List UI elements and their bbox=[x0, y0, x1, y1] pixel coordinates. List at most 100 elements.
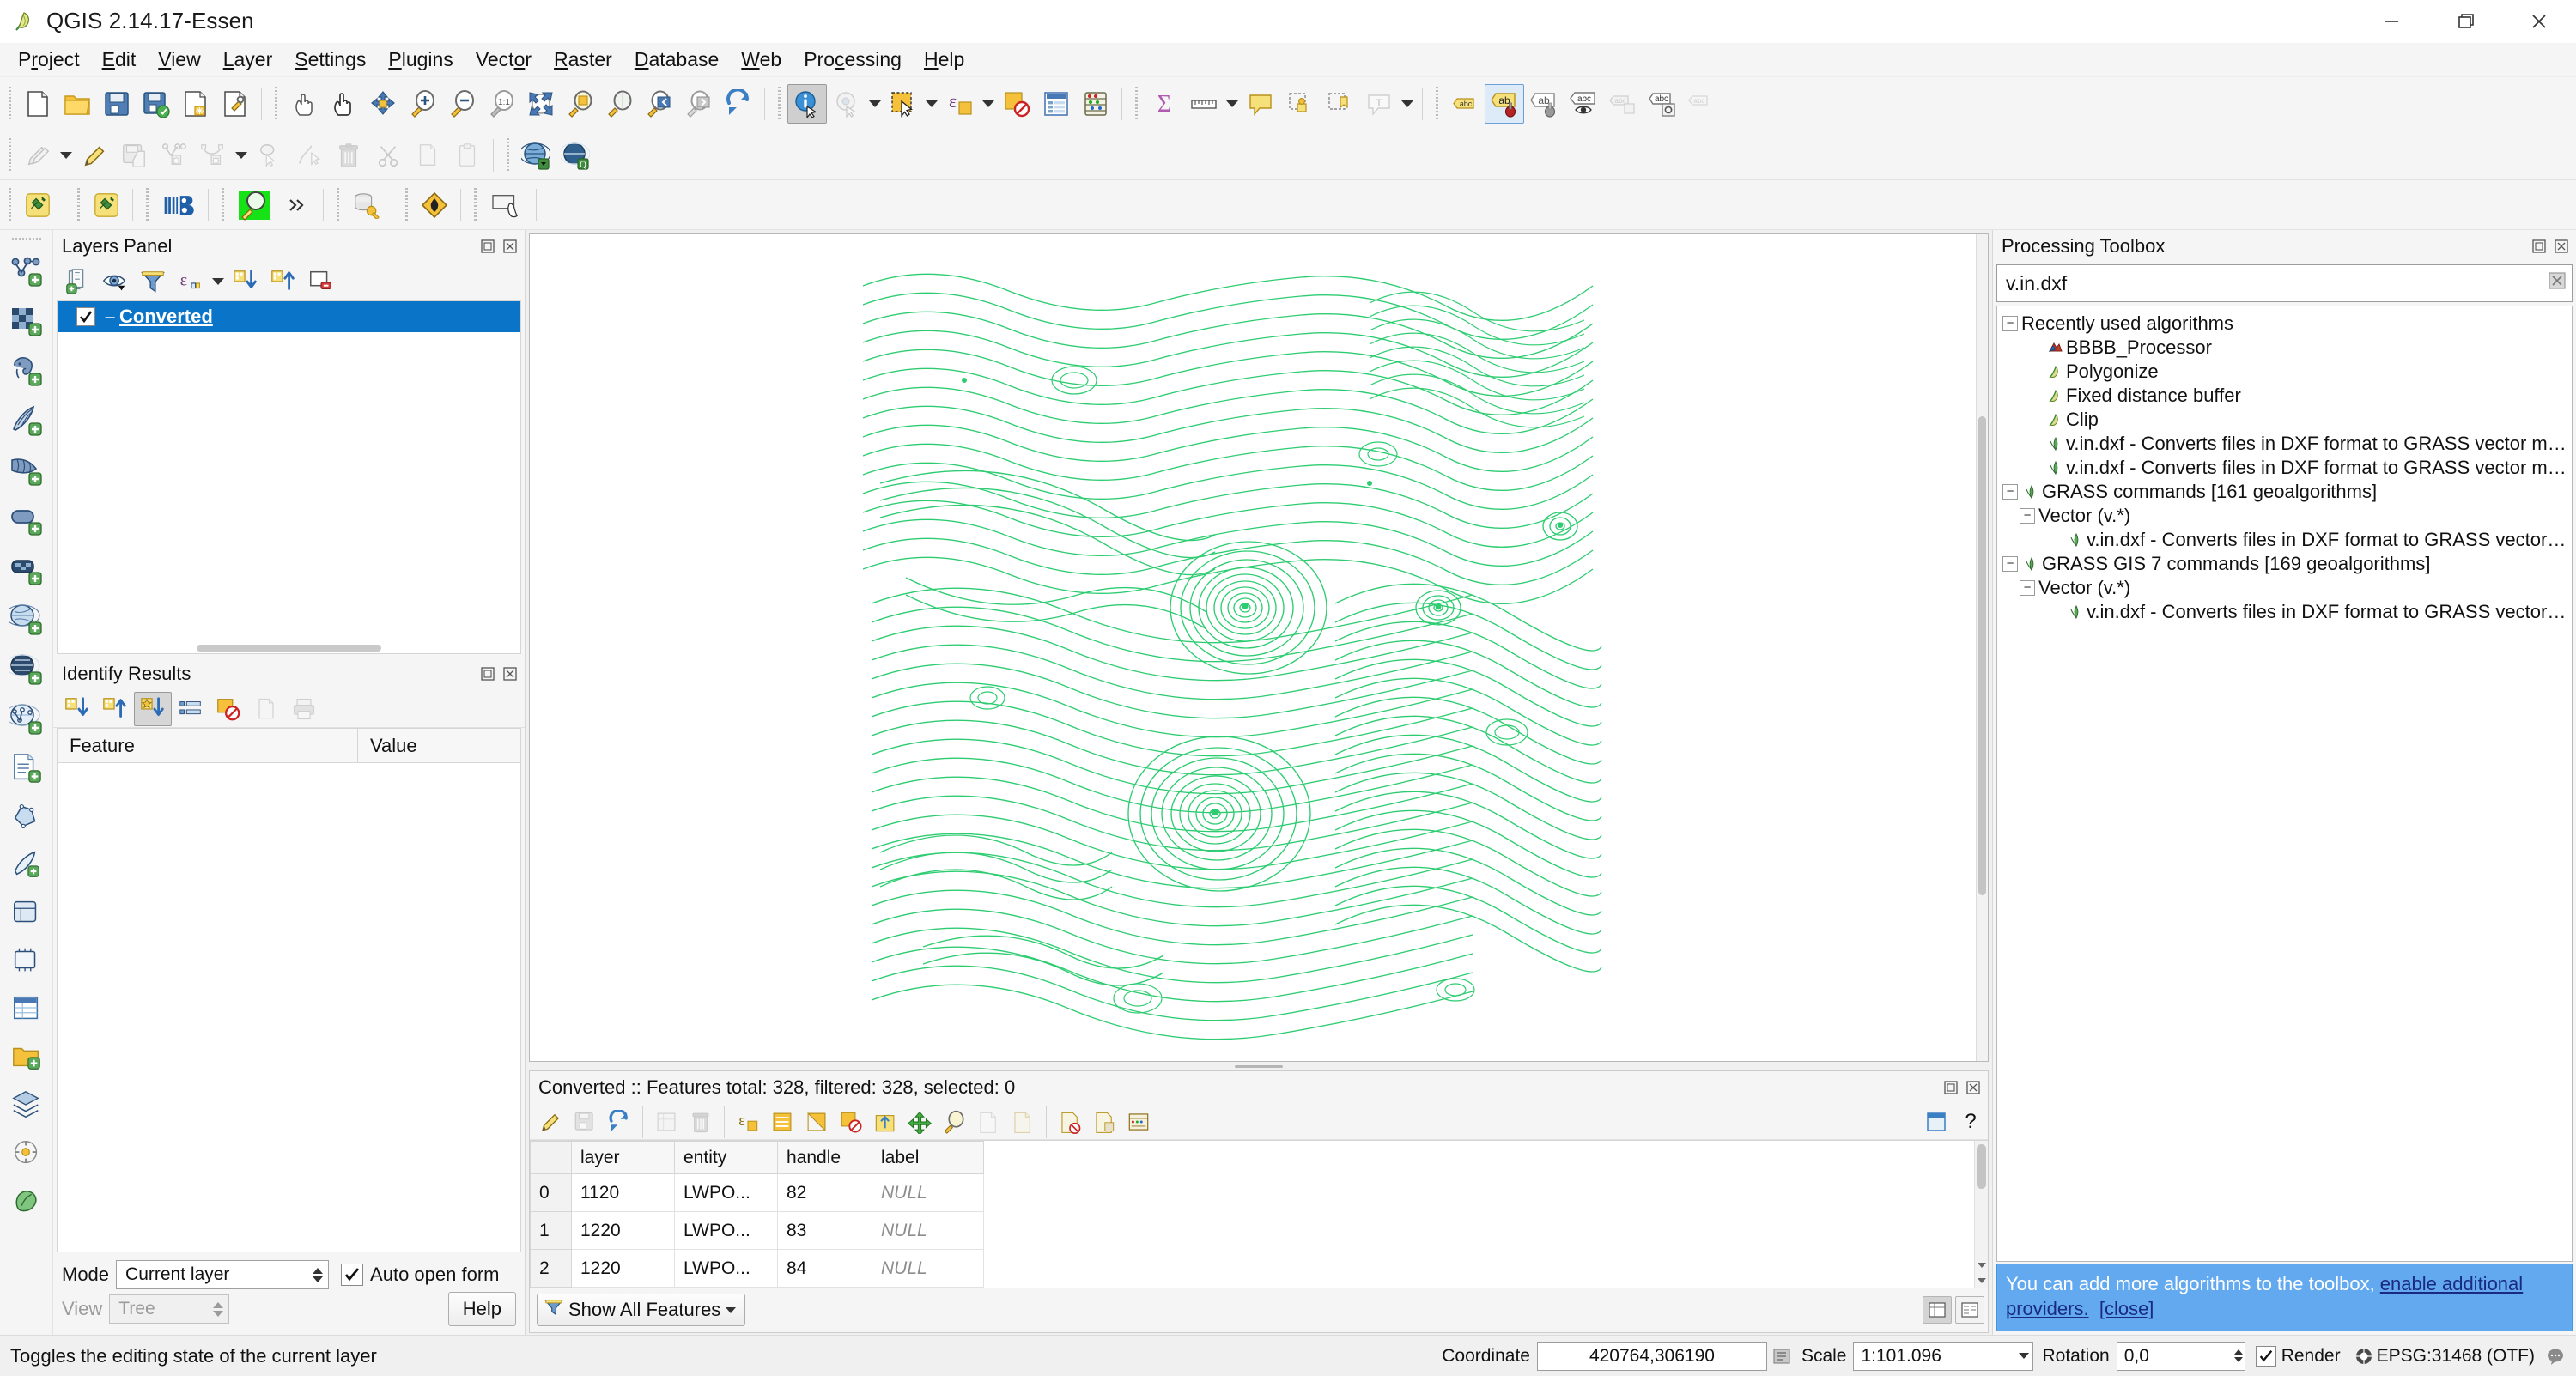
select-by-expression-icon[interactable]: ε bbox=[731, 1106, 765, 1138]
processing-toolbox-icon[interactable] bbox=[5, 1177, 48, 1225]
zoom-next-icon[interactable] bbox=[679, 84, 719, 124]
new-memory-layer-icon[interactable] bbox=[5, 937, 48, 985]
add-group-icon[interactable] bbox=[58, 264, 96, 299]
cell-entity[interactable]: LWPO... bbox=[674, 1249, 778, 1288]
manage-visibility-icon[interactable] bbox=[96, 264, 134, 299]
current-edits-icon[interactable] bbox=[18, 136, 58, 175]
overflow-icon[interactable] bbox=[277, 185, 317, 225]
expand-all-icon[interactable] bbox=[227, 264, 264, 299]
manage-layers-icon[interactable] bbox=[5, 1081, 48, 1129]
add-raster-layer-icon[interactable] bbox=[5, 296, 48, 346]
close-icon[interactable] bbox=[501, 664, 519, 683]
vertical-toolbar-grip[interactable] bbox=[11, 235, 41, 243]
tree-node-vindxf-recent-1[interactable]: v.in.dxf - Converts files in DXF format … bbox=[1997, 432, 2572, 456]
table-row[interactable]: 0 1120 LWPO... 82 NULL bbox=[530, 1173, 984, 1212]
processing-algorithm-tree[interactable]: − Recently used algorithms BBBB_Processo… bbox=[1996, 306, 2573, 1262]
crs-label[interactable]: EPSG:31468 (OTF) bbox=[2377, 1346, 2535, 1367]
toolbar-grip[interactable] bbox=[1133, 86, 1140, 121]
deselect-features-icon[interactable] bbox=[997, 84, 1036, 124]
pin-labels-icon[interactable]: abc bbox=[1603, 84, 1643, 124]
coordinate-field[interactable]: 420764,306190 bbox=[1536, 1341, 1767, 1371]
tree-node-bbbb-processor[interactable]: BBBB_Processor bbox=[1997, 336, 2572, 360]
menu-layer[interactable]: Layer bbox=[212, 45, 284, 75]
tree-node-recently-used[interactable]: − Recently used algorithms bbox=[1997, 312, 2572, 336]
cell-layer[interactable]: 1120 bbox=[571, 1173, 675, 1212]
cell-handle[interactable]: 82 bbox=[777, 1173, 872, 1212]
zoom-in-icon[interactable] bbox=[403, 84, 442, 124]
toolbar-grip[interactable] bbox=[471, 187, 479, 222]
zoom-to-selection-icon[interactable] bbox=[561, 84, 600, 124]
toolbar-grip[interactable] bbox=[75, 187, 82, 222]
expression-filter-icon[interactable]: ε bbox=[172, 264, 210, 299]
cell-label[interactable]: NULL bbox=[872, 1249, 984, 1288]
run-action-dropdown-icon[interactable] bbox=[866, 84, 884, 124]
add-oracle-layer-icon[interactable] bbox=[5, 495, 48, 545]
menu-plugins[interactable]: Plugins bbox=[377, 45, 464, 75]
table-row[interactable]: 1 1220 LWPO... 83 NULL bbox=[530, 1211, 984, 1250]
collapse-all-icon[interactable] bbox=[264, 264, 302, 299]
add-spatialite-layer-icon[interactable] bbox=[5, 396, 48, 446]
menu-project[interactable]: Project bbox=[7, 45, 91, 75]
expand-new-icon[interactable] bbox=[58, 692, 96, 726]
undock-icon[interactable] bbox=[478, 664, 497, 683]
move-feature-icon[interactable] bbox=[250, 136, 289, 175]
expander-icon[interactable]: − bbox=[2020, 508, 2035, 524]
layer-labeling-icon[interactable]: ab bbox=[1485, 83, 1524, 124]
tree-node-grass-commands[interactable]: − GRASS commands [161 geoalgorithms] bbox=[1997, 480, 2572, 504]
help-button[interactable]: Help bbox=[447, 1292, 516, 1326]
copy-feature-icon[interactable] bbox=[247, 692, 285, 726]
cell-layer[interactable]: 1220 bbox=[571, 1211, 675, 1250]
maximize-button[interactable] bbox=[2428, 0, 2502, 43]
zoom-full-icon[interactable] bbox=[521, 84, 561, 124]
open-attribute-table-icon[interactable] bbox=[1036, 84, 1076, 124]
zoom-to-layer-icon[interactable] bbox=[600, 84, 640, 124]
view-select[interactable]: Tree bbox=[109, 1294, 230, 1324]
save-project-icon[interactable] bbox=[97, 84, 137, 124]
undock-icon[interactable] bbox=[478, 237, 497, 256]
toolbar-grip[interactable] bbox=[272, 86, 280, 121]
toolbar-grip[interactable] bbox=[219, 187, 227, 222]
zoom-to-selected-icon[interactable] bbox=[937, 1106, 971, 1138]
cell-layer[interactable]: 1220 bbox=[571, 1249, 675, 1288]
pan-to-selection-icon[interactable] bbox=[363, 84, 403, 124]
plugin-icon-2[interactable] bbox=[87, 185, 126, 225]
new-bookmark-icon[interactable] bbox=[1320, 84, 1359, 124]
tree-node-polygonize[interactable]: Polygonize bbox=[1997, 360, 2572, 384]
menu-web[interactable]: Web bbox=[730, 45, 793, 75]
mode-select[interactable]: Current layer bbox=[116, 1260, 330, 1289]
show-hide-labels-icon[interactable]: abc bbox=[1564, 84, 1603, 124]
crs-status-icon[interactable] bbox=[516, 136, 556, 175]
style-manager-icon[interactable] bbox=[5, 1129, 48, 1177]
measure-dropdown-icon[interactable] bbox=[1224, 84, 1241, 124]
toolbar-grip[interactable] bbox=[6, 86, 14, 121]
measure-line-icon[interactable] bbox=[1184, 84, 1224, 124]
show-move-label-icon[interactable]: abc bbox=[1643, 84, 1682, 124]
add-feature-icon[interactable] bbox=[154, 136, 193, 175]
rotation-spinbox[interactable]: 0,0 bbox=[2116, 1341, 2245, 1371]
toolbar-grip[interactable] bbox=[775, 86, 783, 121]
map-attribute-splitter[interactable] bbox=[526, 1062, 1992, 1070]
dock-icon[interactable] bbox=[1919, 1106, 1953, 1138]
form-view-icon[interactable] bbox=[1121, 1106, 1156, 1138]
render-checkbox[interactable] bbox=[2255, 1345, 2276, 1367]
messages-icon[interactable] bbox=[2543, 1344, 2567, 1368]
cell-entity[interactable]: LWPO... bbox=[674, 1173, 778, 1212]
expander-icon[interactable]: − bbox=[2020, 580, 2035, 596]
close-icon[interactable] bbox=[1964, 1078, 1983, 1097]
new-shapefile-layer-icon[interactable] bbox=[5, 792, 48, 840]
composer-manager-icon[interactable] bbox=[216, 84, 255, 124]
invert-selection-icon[interactable] bbox=[799, 1106, 834, 1138]
open-attribute-table-icon[interactable] bbox=[5, 985, 48, 1033]
map-tips-icon[interactable] bbox=[1241, 84, 1280, 124]
attr-col-entity[interactable]: entity bbox=[674, 1141, 778, 1174]
current-edits-dropdown-icon[interactable] bbox=[58, 136, 75, 175]
scroll-down-arrow-icon[interactable] bbox=[1975, 1258, 1988, 1272]
menu-vector[interactable]: Vector bbox=[465, 45, 543, 75]
menu-view[interactable]: View bbox=[147, 45, 211, 75]
scrollbar-thumb[interactable] bbox=[1977, 1144, 1986, 1189]
hazard-icon[interactable] bbox=[415, 185, 454, 225]
identify-features-icon[interactable] bbox=[787, 83, 827, 124]
tree-node-fixed-distance-buffer[interactable]: Fixed distance buffer bbox=[1997, 384, 2572, 408]
conditional-formatting-icon[interactable] bbox=[1087, 1106, 1121, 1138]
rotate-label-icon[interactable]: abc bbox=[1682, 84, 1722, 124]
